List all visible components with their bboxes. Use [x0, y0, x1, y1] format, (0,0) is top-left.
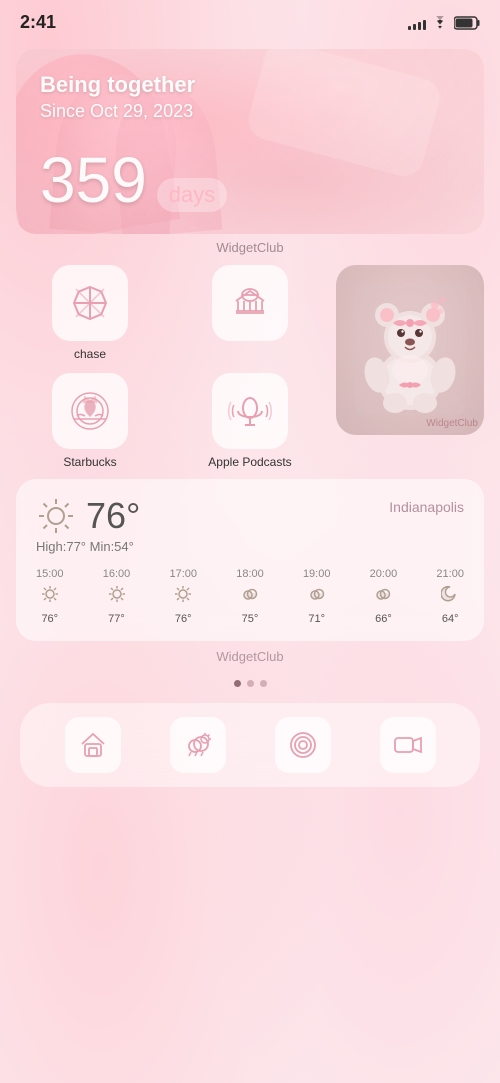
hour-time: 21:00	[436, 568, 464, 580]
hour-column: 18:00 75°	[236, 568, 264, 625]
app-grid: chase	[16, 265, 484, 469]
hour-time: 16:00	[103, 568, 131, 580]
app-cell-chase[interactable]: chase	[16, 265, 164, 361]
hour-temperature: 76°	[41, 613, 58, 625]
hour-weather-icon	[374, 585, 392, 608]
page-dot-1[interactable]	[234, 680, 241, 687]
love-days-row: 359 days	[40, 148, 460, 212]
podcasts-logo-svg	[228, 389, 272, 433]
bank-icon[interactable]	[212, 265, 288, 341]
starbucks-logo-svg	[68, 389, 112, 433]
dock	[20, 703, 480, 787]
love-title-group: Being together Since Oct 29, 2023	[40, 71, 460, 123]
weather-city: Indianapolis	[389, 499, 464, 515]
podcasts-label: Apple Podcasts	[208, 455, 291, 469]
hour-column: 15:00 76°	[36, 568, 64, 625]
hour-weather-icon	[241, 585, 259, 608]
hour-temperature: 76°	[175, 613, 192, 625]
love-days-number: 359	[40, 148, 147, 212]
bank-logo-svg	[228, 281, 272, 325]
podcasts-icon[interactable]	[212, 373, 288, 449]
hour-weather-icon	[441, 585, 459, 608]
teddy-bear-image: WidgetClub	[336, 265, 484, 435]
teddy-bear-widget: WidgetClub	[336, 265, 484, 435]
hour-time: 17:00	[169, 568, 197, 580]
widgetclub-label-1: WidgetClub	[0, 234, 500, 265]
hour-column: 21:00 64°	[436, 568, 464, 625]
love-widget: Being together Since Oct 29, 2023 359 da…	[16, 49, 484, 234]
chase-label: chase	[74, 347, 106, 361]
hour-column: 19:00 71°	[303, 568, 331, 625]
battery-icon	[454, 16, 480, 30]
status-time: 2:41	[20, 12, 56, 33]
weather-widget: 76° High:77° Min:54° Indianapolis 15:00 7…	[16, 479, 484, 641]
page-dots	[0, 668, 500, 703]
dock-camera-icon[interactable]	[380, 717, 436, 773]
hourly-forecast-row: 15:00 76° 16:00 77° 17:00 76° 18:00 75° 19:00 71°…	[36, 568, 464, 625]
sun-icon	[36, 496, 76, 536]
love-subtitle: Since Oct 29, 2023	[40, 100, 460, 123]
app-cell-podcasts[interactable]: Apple Podcasts	[176, 373, 324, 469]
weather-main-row: 76° High:77° Min:54° Indianapolis	[36, 495, 464, 554]
hour-column: 16:00 77°	[103, 568, 131, 625]
status-bar: 2:41	[0, 0, 500, 41]
teddy-bear-svg	[355, 285, 465, 415]
weather-left: 76° High:77° Min:54°	[36, 495, 140, 554]
hour-weather-icon	[174, 585, 192, 608]
hour-time: 15:00	[36, 568, 64, 580]
weather-temp-row: 76°	[36, 495, 140, 537]
starbucks-label: Starbucks	[63, 455, 116, 469]
hour-temperature: 66°	[375, 613, 392, 625]
hour-temperature: 64°	[442, 613, 459, 625]
weather-widgetclub-label: WidgetClub	[0, 641, 500, 668]
app-cell-starbucks[interactable]: Starbucks	[16, 373, 164, 469]
signal-icon	[408, 16, 426, 30]
weather-temperature: 76°	[86, 495, 140, 537]
hour-weather-icon	[41, 585, 59, 608]
chase-logo-svg	[68, 281, 112, 325]
page-dot-3[interactable]	[260, 680, 267, 687]
dock-target-icon[interactable]	[275, 717, 331, 773]
hour-weather-icon	[308, 585, 326, 608]
weather-detail: High:77° Min:54°	[36, 539, 140, 554]
hour-temperature: 71°	[308, 613, 325, 625]
hour-temperature: 75°	[242, 613, 259, 625]
love-widget-content: Being together Since Oct 29, 2023 359 da…	[16, 49, 484, 234]
hour-time: 20:00	[370, 568, 398, 580]
dock-home-icon[interactable]	[65, 717, 121, 773]
teddy-widgetclub-label: WidgetClub	[426, 418, 478, 429]
app-cell-bank[interactable]	[176, 265, 324, 361]
hour-time: 19:00	[303, 568, 331, 580]
hour-column: 20:00 66°	[370, 568, 398, 625]
love-days-label: days	[157, 178, 227, 212]
starbucks-icon[interactable]	[52, 373, 128, 449]
status-icons	[408, 16, 480, 30]
page-dot-2[interactable]	[247, 680, 254, 687]
hour-column: 17:00 76°	[169, 568, 197, 625]
hour-weather-icon	[108, 585, 126, 608]
hour-time: 18:00	[236, 568, 264, 580]
hour-temperature: 77°	[108, 613, 125, 625]
love-title: Being together	[40, 71, 460, 100]
wifi-icon	[431, 16, 449, 30]
chase-icon[interactable]	[52, 265, 128, 341]
dock-weather-icon[interactable]	[170, 717, 226, 773]
